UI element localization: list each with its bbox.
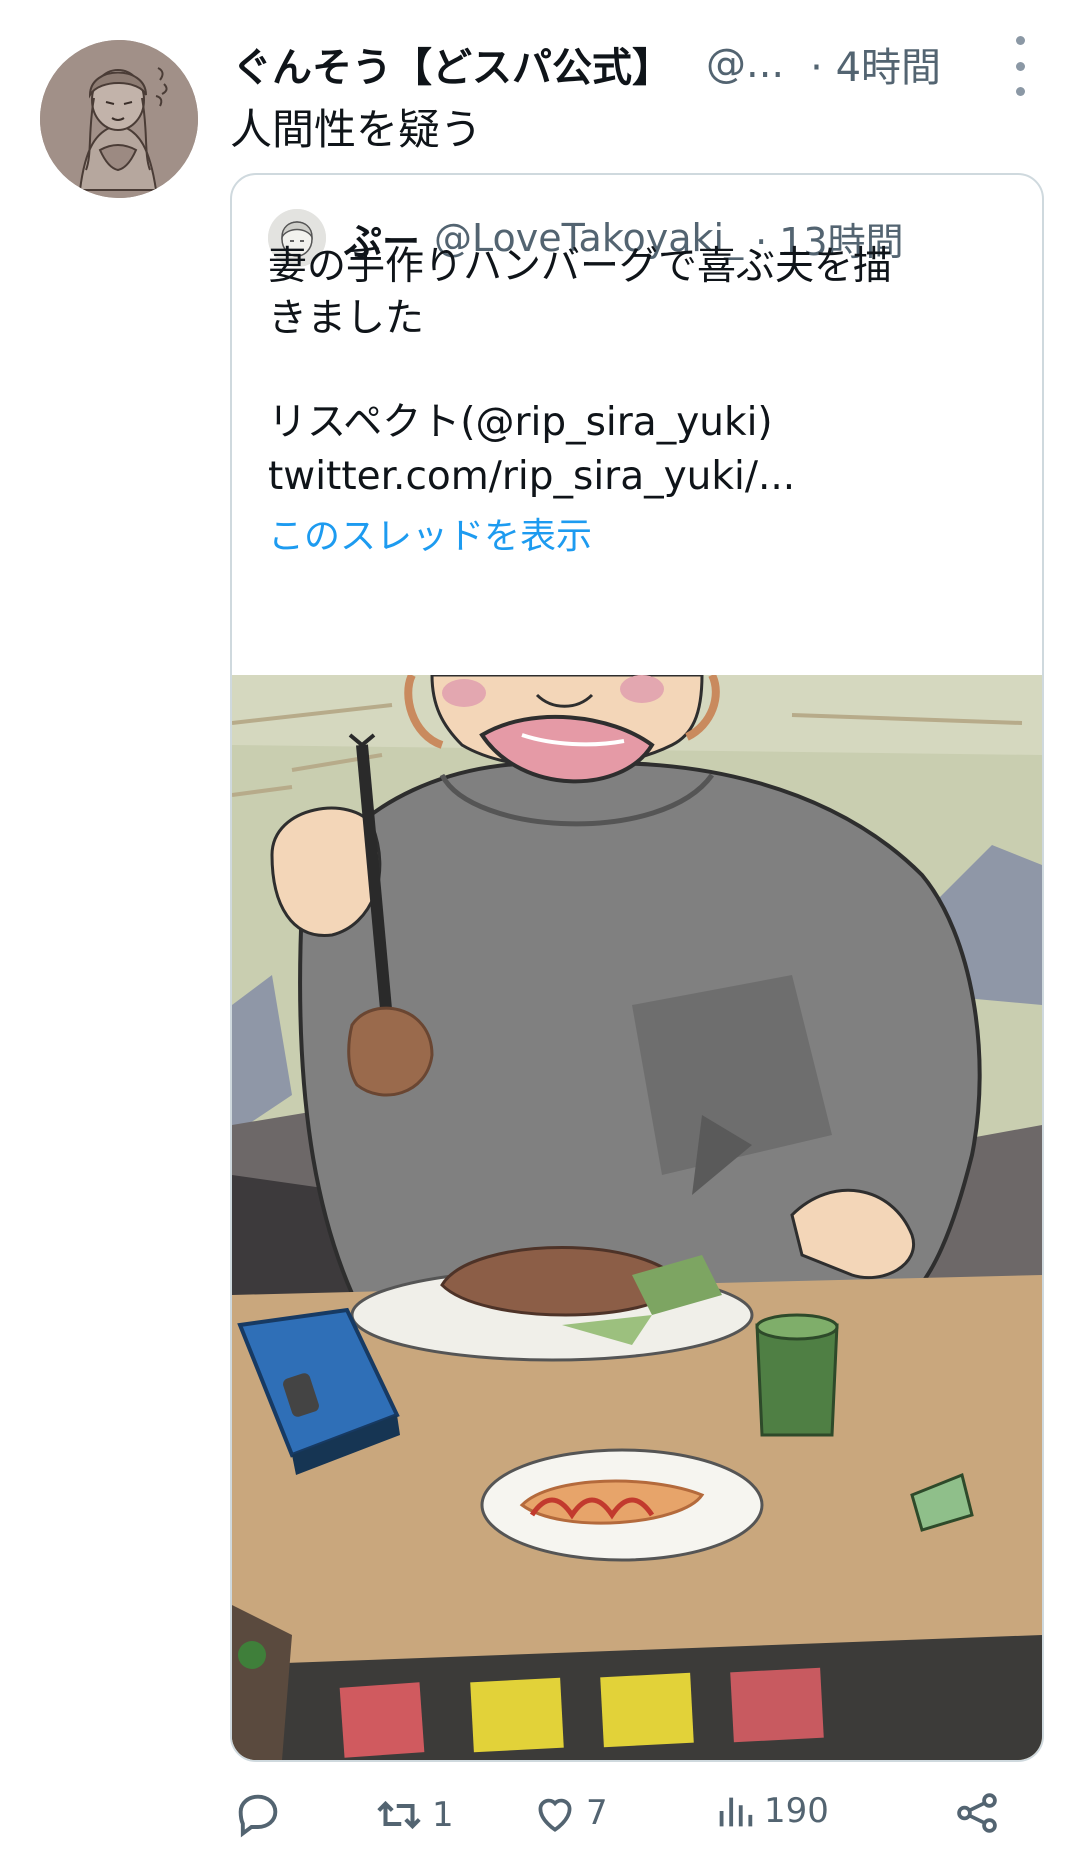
tweet-time[interactable]: · 4時間: [810, 35, 941, 93]
heart-icon: [538, 1798, 572, 1832]
views-icon: [719, 1797, 753, 1827]
reply-button[interactable]: [232, 1788, 284, 1840]
quoted-link[interactable]: twitter.com/rip_sira_yuki/...: [268, 449, 795, 505]
retweet-count: 1: [432, 1795, 454, 1835]
share-button[interactable]: [952, 1788, 1002, 1838]
illustration-man-eating-hamburg: [232, 673, 1042, 1760]
author-handle[interactable]: @...: [706, 41, 784, 87]
quoted-text-line-1: 妻の手作りハンバーグで喜ぶ夫を描: [268, 244, 893, 289]
quoted-text-line-3: リスペクト(@rip_sira_yuki): [268, 400, 773, 445]
tweet-header: ぐんそう【どスパ公式】 @... · 4時間: [232, 30, 941, 98]
tweet-actions: 1 7 190: [232, 1780, 1042, 1850]
tweet-text: 人間性を疑う: [230, 105, 483, 154]
reply-icon: [238, 1794, 278, 1838]
quoted-text-line-2: きました: [268, 296, 425, 341]
retweet-button[interactable]: 1: [372, 1788, 454, 1842]
more-options-icon[interactable]: [1008, 36, 1032, 96]
quoted-tweet-card[interactable]: ぷー @LoveTakoyaki_ · 13時間 妻の手作りハンバーグで喜ぶ夫を…: [230, 173, 1044, 1762]
like-count: 7: [586, 1793, 608, 1833]
like-button[interactable]: 7: [530, 1788, 608, 1838]
retweet-icon: [377, 1800, 421, 1830]
views-button[interactable]: 190: [712, 1788, 829, 1834]
share-icon: [957, 1793, 997, 1833]
author-name[interactable]: ぐんそう【どスパ公式】: [232, 35, 672, 93]
views-count: 190: [764, 1791, 829, 1831]
show-thread-link[interactable]: このスレッドを表示: [268, 509, 592, 565]
avatar-sketch: [40, 40, 198, 198]
quoted-media-image[interactable]: [232, 673, 1042, 1760]
author-avatar[interactable]: [40, 40, 198, 198]
